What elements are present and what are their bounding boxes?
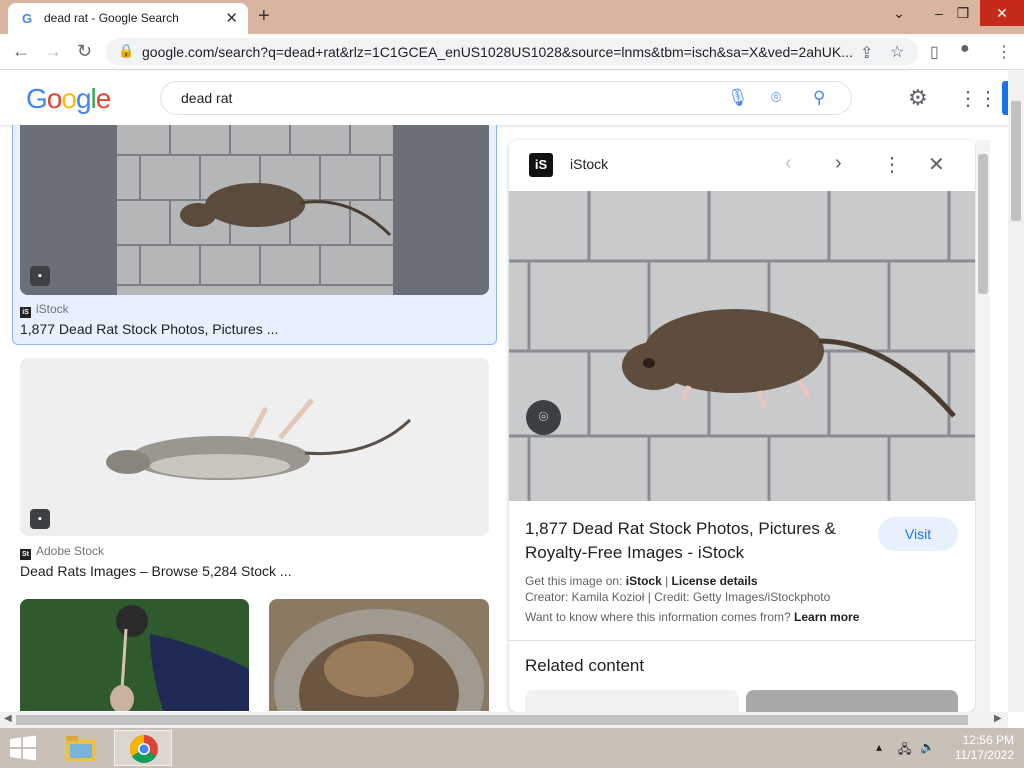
istock-logo-icon: iS [529, 153, 553, 177]
google-lens-icon[interactable]: ⌾ [526, 400, 561, 435]
istock-favicon-icon: iS [20, 307, 31, 318]
dead-rat-image [117, 125, 393, 295]
rat-in-drain-image [274, 609, 484, 711]
related-thumbnail[interactable] [746, 690, 958, 712]
result-title[interactable]: Dead Rats Images – Browse 5,284 Stock ..… [20, 563, 292, 579]
network-icon[interactable]: 🖧 [898, 740, 911, 761]
result-thumbnail[interactable] [20, 125, 489, 295]
result-thumbnail[interactable] [20, 358, 489, 536]
clock-time: 12:56 PM [962, 733, 1014, 747]
next-chevron-icon[interactable]: › [835, 152, 842, 175]
windows-start-icon[interactable] [8, 735, 38, 761]
reload-icon[interactable]: ↻ [77, 41, 92, 62]
apps-grid-icon[interactable]: ⋮⋮ [958, 86, 998, 111]
horizontal-scrollbar[interactable]: ◀ ▶ [0, 712, 1008, 728]
address-bar[interactable]: 🔒 google.com/search?q=dead+rat&rlz=1C1GC… [106, 38, 918, 66]
related-content-heading: Related content [525, 656, 645, 675]
more-options-icon[interactable]: ⋮ [882, 152, 902, 177]
menu-kebab-icon[interactable]: ⋮ [996, 42, 1012, 62]
taskbar-clock[interactable]: 12:56 PM 11/17/2022 [955, 733, 1014, 763]
panel-source-name[interactable]: iStock [570, 156, 608, 172]
browser-tab[interactable]: G dead rat - Google Search ✕ [8, 3, 248, 34]
image-type-badge-icon: ▪ [30, 509, 50, 529]
volume-icon[interactable]: 🔈 [920, 740, 935, 754]
creator-credit: Creator: Kamila Kozioł | Credit: Getty I… [525, 590, 831, 604]
chrome-icon [130, 735, 158, 763]
preview-image[interactable] [509, 191, 975, 501]
back-arrow-icon[interactable]: ← [12, 41, 30, 62]
scroll-left-arrow-icon[interactable]: ◀ [4, 713, 12, 724]
tab-search-chevron-icon[interactable]: ⌄ [880, 0, 918, 26]
bookmark-star-icon[interactable]: ☆ [890, 42, 904, 62]
visit-button[interactable]: Visit [878, 517, 958, 551]
close-panel-icon[interactable]: ✕ [928, 152, 945, 177]
preview-title[interactable]: 1,877 Dead Rat Stock Photos, Pictures & … [525, 517, 855, 565]
clock-date: 11/17/2022 [954, 748, 1014, 762]
url-text[interactable]: google.com/search?q=dead+rat&rlz=1C1GCEA… [142, 44, 852, 60]
related-thumbnail[interactable] [525, 690, 739, 712]
rat-held-by-tail-image [20, 599, 249, 711]
browser-toolbar: ← → ↻ 🔒 google.com/search?q=dead+rat&rlz… [0, 34, 1024, 70]
result-thumbnail[interactable] [20, 599, 249, 711]
tray-expand-icon[interactable]: ▴ [876, 740, 882, 754]
microphone-icon[interactable]: 🎙 [727, 88, 749, 108]
tab-title: dead rat - Google Search [44, 11, 179, 25]
maximize-button[interactable]: ❐ [950, 0, 976, 26]
camera-lens-icon[interactable]: ⌾ [771, 88, 781, 108]
previous-chevron-icon[interactable]: ‹ [785, 152, 792, 175]
folder-icon [66, 736, 96, 761]
side-panel-icon[interactable]: ▯ [930, 42, 939, 62]
search-box[interactable]: dead rat 🎙 ⌾ ⚲ [160, 81, 852, 115]
panel-scroll-thumb[interactable] [978, 154, 988, 294]
info-source-line: Want to know where this information come… [525, 610, 860, 624]
get-image-line: Get this image on: iStock | License deta… [525, 574, 758, 588]
image-type-badge-icon: ▪ [30, 266, 50, 286]
share-icon[interactable]: ⇪ [860, 43, 873, 63]
file-explorer-button[interactable] [52, 730, 110, 766]
profile-avatar-icon[interactable]: ● [960, 40, 970, 58]
panel-scrollbar[interactable] [976, 140, 990, 712]
image-results: ▪ iS iStock 1,877 Dead Rat Stock Photos, … [0, 125, 500, 711]
result-source: St Adobe Stock [20, 544, 105, 560]
get-image-source-link[interactable]: iStock [626, 574, 662, 588]
chrome-taskbar-button[interactable] [114, 730, 172, 766]
scroll-right-arrow-icon[interactable]: ▶ [994, 713, 1002, 724]
browser-tab-bar: G dead rat - Google Search ✕ + ⌄ – ❐ ✕ [0, 0, 1024, 34]
search-input[interactable]: dead rat [181, 90, 232, 106]
divider [509, 640, 975, 641]
learn-more-link[interactable]: Learn more [794, 610, 859, 624]
license-details-link[interactable]: License details [672, 574, 758, 588]
vertical-scrollbar[interactable] [1008, 71, 1024, 712]
dead-rat-large-image [509, 191, 975, 501]
result-title[interactable]: 1,877 Dead Rat Stock Photos, Pictures ..… [20, 321, 278, 337]
result-source: iS iStock [20, 302, 69, 318]
google-favicon-icon: G [22, 11, 33, 26]
settings-gear-icon[interactable]: ⚙ [908, 85, 928, 111]
google-header: Google dead rat 🎙 ⌾ ⚲ ⚙ ⋮⋮ [0, 71, 1010, 125]
tab-close-icon[interactable]: ✕ [225, 9, 238, 27]
window-close-button[interactable]: ✕ [980, 0, 1024, 26]
dead-rat-image [106, 398, 412, 480]
forward-arrow-icon[interactable]: → [44, 41, 62, 62]
result-thumbnail[interactable] [269, 599, 489, 711]
windows-taskbar: ▴ 🖧 🔈 12:56 PM 11/17/2022 [0, 728, 1024, 768]
google-logo[interactable]: Google [26, 83, 111, 115]
image-preview-panel: iS iStock ‹ › ⋮ ✕ ⌾ 1,877 Dead Rat Stock… [509, 140, 975, 712]
search-icon[interactable]: ⚲ [813, 88, 825, 108]
adobe-stock-favicon-icon: St [20, 549, 31, 560]
new-tab-button[interactable]: + [258, 5, 270, 28]
horizontal-scroll-thumb[interactable] [16, 715, 968, 725]
lock-icon[interactable]: 🔒 [118, 43, 134, 59]
vertical-scroll-thumb[interactable] [1011, 101, 1021, 221]
